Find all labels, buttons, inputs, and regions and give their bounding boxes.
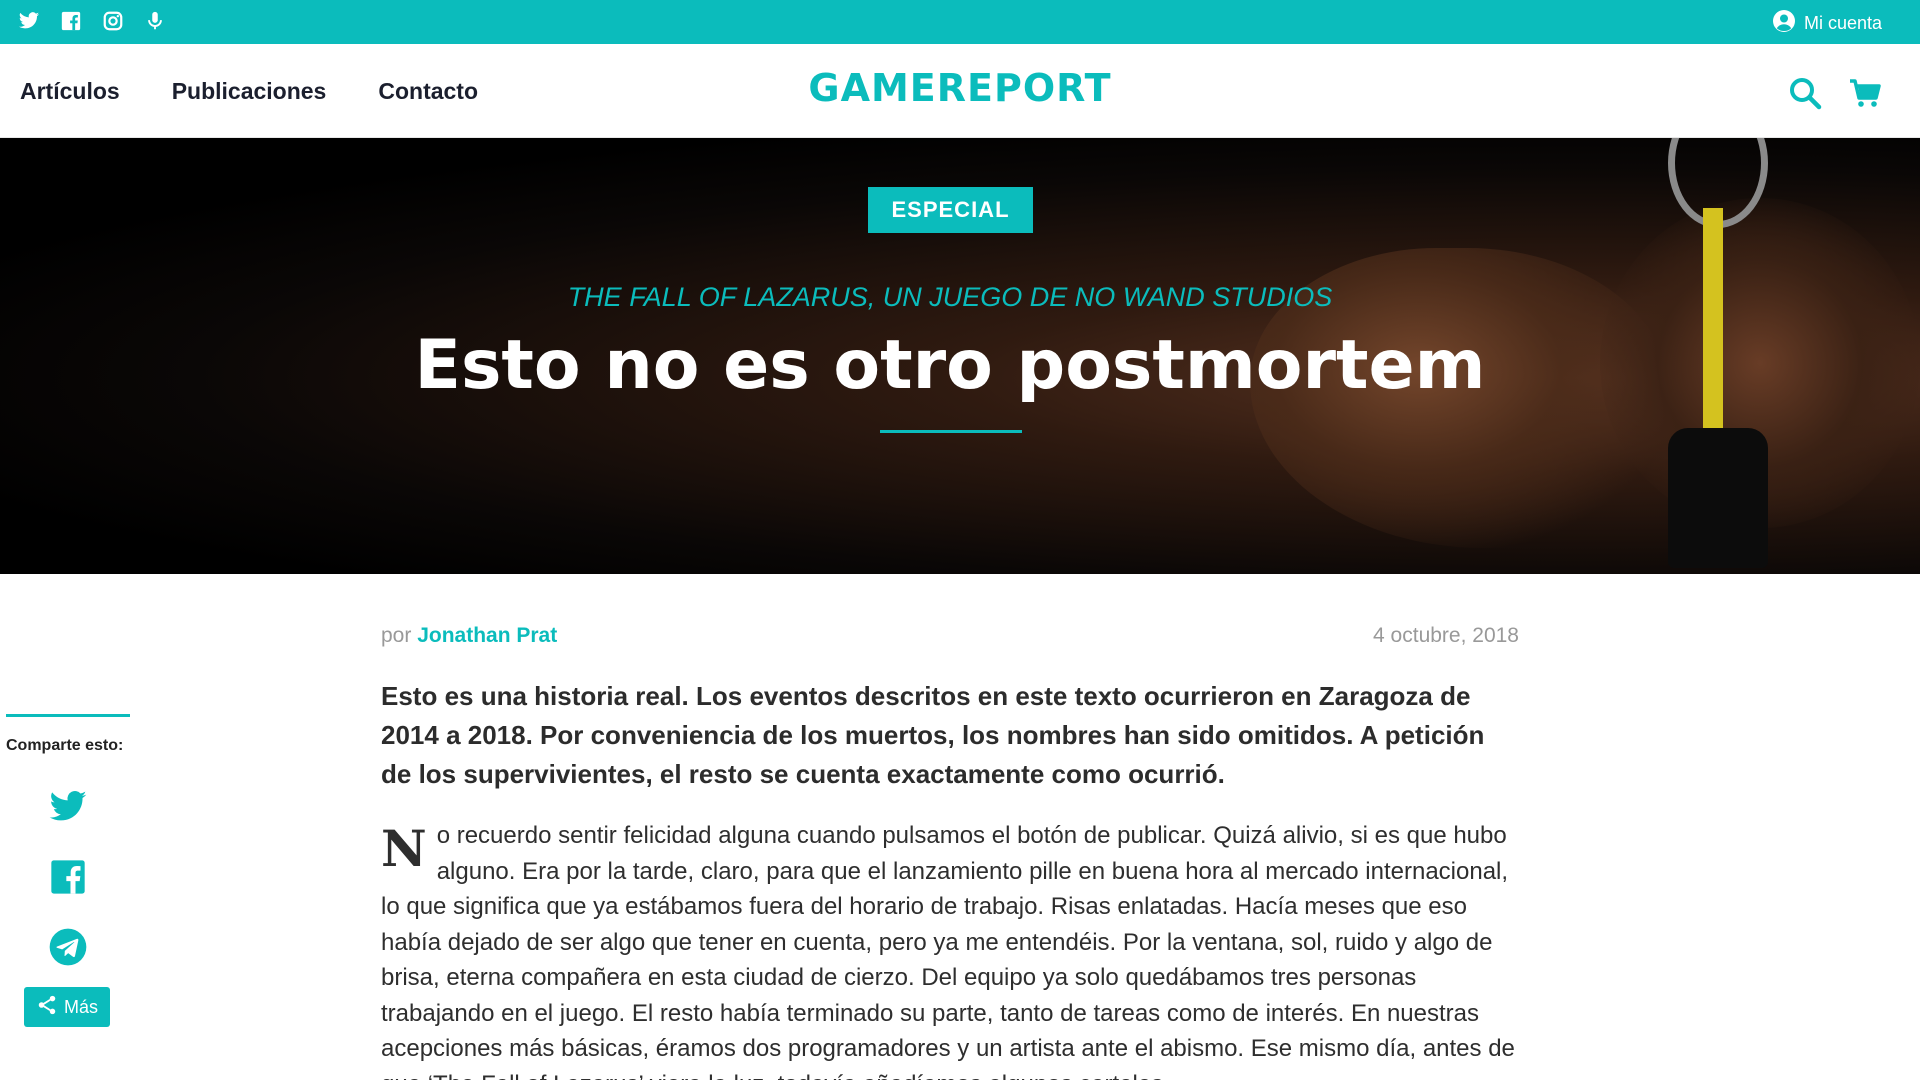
share-icon <box>36 994 58 1021</box>
author-link[interactable]: Jonathan Prat <box>417 624 557 647</box>
article-meta: por Jonathan Prat 4 octubre, 2018 <box>381 624 1519 648</box>
twitter-icon[interactable] <box>18 10 42 34</box>
share-more-button[interactable]: Más <box>24 987 110 1027</box>
microphone-icon[interactable] <box>144 10 168 34</box>
social-links <box>18 10 168 34</box>
cart-icon[interactable] <box>1848 76 1882 110</box>
share-facebook-icon[interactable] <box>48 857 88 897</box>
article-lead: Esto es una historia real. Los eventos d… <box>381 681 1485 789</box>
article-title: Esto no es otro postmortem <box>414 326 1486 405</box>
share-more-label: Más <box>63 996 98 1017</box>
title-divider <box>880 430 1022 433</box>
share-label: Comparte esto: <box>6 737 124 754</box>
byline-prefix: por <box>381 624 412 647</box>
article-body: N o recuerdo sentir felicidad alguna cua… <box>381 818 1521 1080</box>
share-divider <box>6 714 130 717</box>
category-badge[interactable]: ESPECIAL <box>868 187 1033 233</box>
account-label: Mi cuenta <box>1803 13 1882 33</box>
facebook-icon[interactable] <box>60 10 84 34</box>
publish-date: 4 octubre, 2018 <box>1373 624 1519 647</box>
instagram-icon[interactable] <box>102 10 126 34</box>
share-sidebar: Comparte esto: Más <box>6 714 130 1027</box>
shovel-blade <box>1668 428 1768 568</box>
share-twitter-icon[interactable] <box>48 787 88 827</box>
drop-cap: N <box>381 819 427 878</box>
share-telegram-icon[interactable] <box>48 927 88 967</box>
body-paragraph: o recuerdo sentir felicidad alguna cuand… <box>381 822 1515 1080</box>
article-kicker: THE FALL OF LAZARUS, UN JUEGO DE NO WAND… <box>567 282 1333 312</box>
site-header: Artículos Publicaciones Contacto GAMEREP… <box>0 44 1920 138</box>
header-actions <box>1788 76 1882 110</box>
top-bar: Mi cuenta <box>0 0 1920 44</box>
account-link[interactable]: Mi cuenta <box>1772 9 1882 38</box>
site-logo[interactable]: GAMEREPORT <box>0 66 1920 110</box>
search-icon[interactable] <box>1788 76 1822 110</box>
article-hero: ESPECIAL THE FALL OF LAZARUS, UN JUEGO D… <box>0 138 1920 574</box>
user-icon <box>1772 9 1796 38</box>
